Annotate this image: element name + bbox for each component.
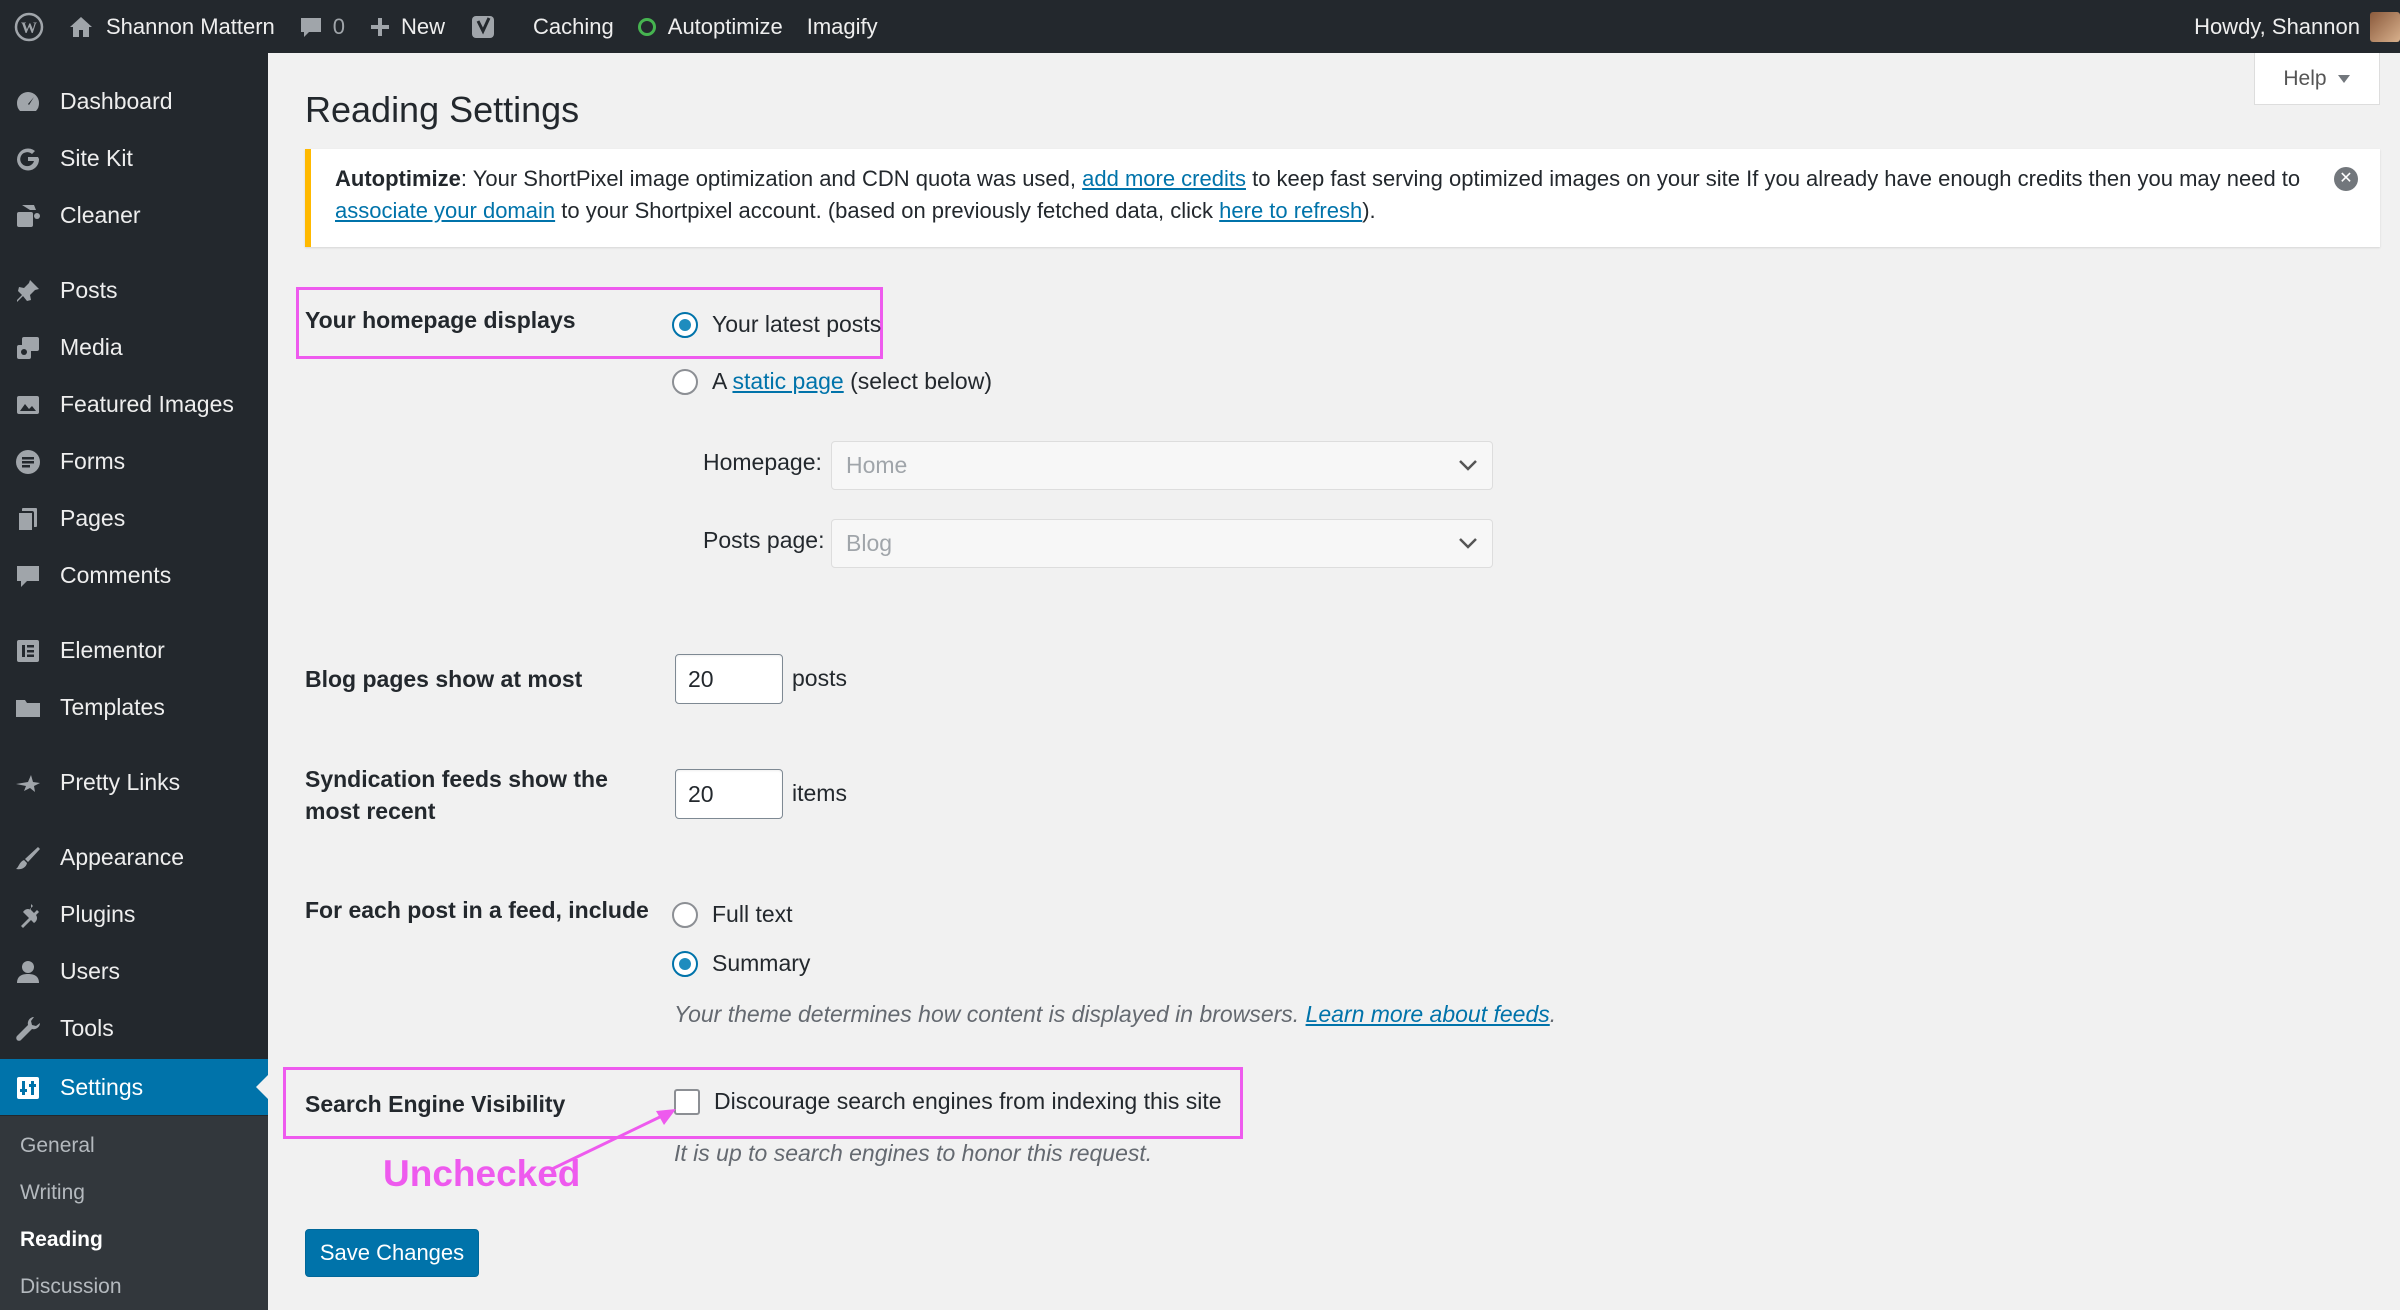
unchecked-annotation: Unchecked (383, 1153, 581, 1194)
syndication-label-line1: Syndication feeds show the (305, 766, 608, 792)
radio-button[interactable] (672, 368, 698, 395)
forms-icon (14, 448, 42, 476)
google-g-icon (14, 145, 42, 173)
posts-per-page-input[interactable]: 20 (675, 654, 783, 704)
yoast-seo-icon[interactable] (457, 0, 509, 53)
homepage-displays-label: Your homepage displays (305, 307, 576, 333)
comment-bubble-icon (299, 16, 323, 38)
chevron-down-icon (1459, 538, 1477, 549)
pushpin-icon (14, 277, 42, 305)
star-link-icon (14, 769, 42, 797)
chevron-down-icon (1459, 460, 1477, 471)
main-content: Help Reading Settings Autoptimize: Your … (268, 53, 2400, 1310)
sidebar-item-pretty-links[interactable]: Pretty Links (0, 754, 268, 810)
status-ring-icon (637, 17, 656, 36)
my-account-link[interactable]: Howdy, Shannon (2182, 0, 2400, 53)
sidebar-item-media[interactable]: Media (0, 319, 268, 375)
elementor-icon (14, 637, 42, 665)
sidebar-item-pages[interactable]: Pages (0, 490, 268, 546)
visibility-description: It is up to search engines to honor this… (674, 1140, 1153, 1166)
add-credits-link[interactable]: add more credits (1082, 166, 1246, 191)
paintbrush-icon (14, 844, 42, 872)
svg-text:W: W (21, 20, 37, 37)
refresh-link[interactable]: here to refresh (1219, 198, 1362, 223)
help-tab-button[interactable]: Help (2254, 53, 2380, 105)
items-unit-label: items (792, 780, 847, 806)
feed-content-label: For each post in a feed, include (305, 897, 649, 923)
submenu-item-discussion[interactable]: Discussion (20, 1275, 122, 1299)
radio-button[interactable] (672, 311, 698, 338)
sidebar-item-posts[interactable]: Posts (0, 262, 268, 318)
avatar (2370, 11, 2400, 42)
blog-pages-label: Blog pages show at most (305, 666, 583, 692)
sidebar-item-users[interactable]: Users (0, 943, 268, 999)
sidebar-item-site-kit[interactable]: Site Kit (0, 130, 268, 186)
plus-icon (369, 16, 391, 38)
sidebar-item-templates[interactable]: Templates (0, 679, 268, 735)
submenu-item-general[interactable]: General (20, 1134, 95, 1158)
sidebar-item-tools[interactable]: Tools (0, 1000, 268, 1056)
settings-submenu: General Writing Reading Discussion (0, 1116, 268, 1310)
folder-icon (14, 694, 42, 722)
submenu-item-reading[interactable]: Reading (20, 1228, 103, 1252)
save-changes-button[interactable]: Save Changes (305, 1229, 479, 1277)
homepage-select-label: Homepage: (703, 449, 822, 475)
sidebar-item-comments[interactable]: Comments (0, 547, 268, 603)
media-icon (14, 334, 42, 362)
feed-description: Your theme determines how content is dis… (674, 1001, 1557, 1027)
cleaner-icon (14, 202, 42, 230)
submenu-item-writing[interactable]: Writing (20, 1181, 85, 1205)
radio-summary[interactable]: Summary (672, 950, 810, 977)
sidebar-item-featured-images[interactable]: Featured Images (0, 376, 268, 432)
comments-link[interactable]: 0 (287, 0, 357, 53)
sidebar-item-settings[interactable]: Settings (0, 1059, 268, 1115)
wrench-icon (14, 1015, 42, 1043)
admin-bar: W Shannon Mattern 0 New Caching Autoptim… (0, 0, 2400, 53)
settings-icon (14, 1074, 42, 1102)
imagify-link[interactable]: Imagify (795, 0, 890, 53)
posts-page-select-label: Posts page: (703, 527, 825, 553)
autoptimize-link[interactable]: Autoptimize (626, 0, 795, 53)
sidebar-item-cleaner[interactable]: Cleaner (0, 187, 268, 243)
images-icon (14, 391, 42, 419)
syndication-label-line2: most recent (305, 798, 436, 824)
discourage-search-checkbox-row[interactable]: Discourage search engines from indexing … (674, 1088, 1222, 1115)
dashboard-icon (14, 88, 42, 116)
sidebar-item-appearance[interactable]: Appearance (0, 829, 268, 885)
radio-button[interactable] (672, 950, 698, 977)
admin-sidebar: Dashboard Site Kit Cleaner Posts Media F… (0, 53, 268, 1310)
learn-more-feeds-link[interactable]: Learn more about feeds (1306, 1001, 1550, 1027)
sidebar-item-dashboard[interactable]: Dashboard (0, 73, 268, 129)
homepage-select[interactable]: Home (831, 441, 1493, 490)
radio-button[interactable] (672, 901, 698, 928)
sidebar-item-forms[interactable]: Forms (0, 433, 268, 489)
radio-full-text[interactable]: Full text (672, 901, 793, 928)
dismiss-notice-icon[interactable]: ✕ (2334, 167, 2358, 191)
associate-domain-link[interactable]: associate your domain (335, 198, 555, 223)
site-name-link[interactable]: Shannon Mattern (56, 0, 287, 53)
feed-items-input[interactable]: 20 (675, 769, 783, 819)
caret-down-icon (2337, 74, 2351, 84)
plug-icon (14, 901, 42, 929)
wordpress-logo-icon[interactable]: W (0, 0, 56, 53)
static-page-link[interactable]: static page (732, 368, 843, 395)
search-visibility-label: Search Engine Visibility (305, 1091, 566, 1117)
page-title: Reading Settings (305, 89, 580, 130)
sidebar-item-plugins[interactable]: Plugins (0, 886, 268, 942)
radio-static-page[interactable]: A static page (select below) (672, 368, 992, 395)
user-icon (14, 958, 42, 986)
caching-link[interactable]: Caching (521, 0, 626, 53)
pages-icon (14, 505, 42, 533)
new-content-link[interactable]: New (357, 0, 457, 53)
home-icon (68, 15, 94, 39)
autoptimize-notice: Autoptimize: Your ShortPixel image optim… (305, 149, 2380, 247)
posts-page-select[interactable]: Blog (831, 519, 1493, 568)
posts-unit-label: posts (792, 665, 847, 691)
comment-icon (14, 562, 42, 590)
radio-latest-posts[interactable]: Your latest posts (672, 311, 881, 338)
sidebar-item-elementor[interactable]: Elementor (0, 622, 268, 678)
